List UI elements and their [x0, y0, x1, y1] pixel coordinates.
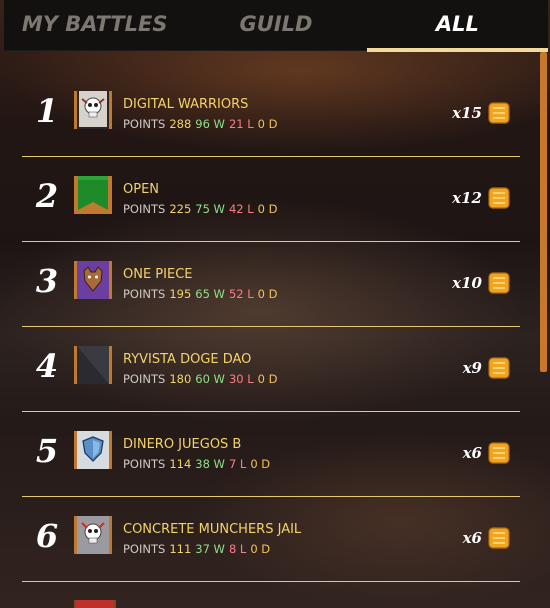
tab-bar: MY BATTLES GUILD ALL: [4, 0, 549, 52]
leaderboard-row[interactable]: 5 DINERO JUEGOS B POINTS 114 38 W7 L0 D x6: [22, 412, 520, 497]
losses-value: 8 L: [228, 542, 247, 556]
losses-value: 7 L: [228, 457, 247, 471]
rank-number: 1: [35, 92, 59, 130]
losses-value: 30 L: [228, 372, 254, 386]
guild-stats: POINTS 111 37 W8 L0 D: [123, 542, 270, 556]
wins-value: 96 W: [195, 117, 225, 131]
scrollbar[interactable]: [540, 52, 547, 372]
points-label: POINTS: [123, 287, 166, 301]
losses-value: 21 L: [228, 117, 254, 131]
dark-banner-icon: [74, 346, 112, 384]
wins-value: 38 W: [195, 457, 225, 471]
tab-my-battles[interactable]: MY BATTLES: [4, 0, 185, 50]
points-value: 195: [169, 287, 192, 301]
points-label: POINTS: [123, 542, 166, 556]
draws-value: 0 D: [250, 542, 271, 556]
wins-value: 75 W: [195, 202, 225, 216]
green-banner-icon: [74, 176, 112, 214]
points-value: 180: [169, 372, 192, 386]
guild-stats: POINTS 288 96 W 21 L0 D: [123, 117, 277, 131]
guild-name: DINERO JUEGOS B: [123, 437, 242, 452]
rank-number: 2: [35, 177, 59, 215]
leaderboard-row[interactable]: 1 DIGITAL WARRIORS POINTS 288 96 W 21 L0 D …: [22, 72, 520, 157]
wins-value: 65 W: [195, 287, 225, 301]
reward-multiplier: x6: [462, 444, 482, 462]
skull-crest-banner-icon: [74, 91, 112, 129]
draws-value: 0 D: [250, 457, 271, 471]
guild-name: OPEN: [123, 182, 160, 197]
points-value: 114: [169, 457, 192, 471]
reward-multiplier: x6: [462, 529, 482, 547]
reward-chest-icon: [488, 187, 510, 209]
reward-chest-icon: [488, 527, 510, 549]
points-label: POINTS: [123, 457, 166, 471]
points-label: POINTS: [123, 372, 166, 386]
reward-multiplier: x15: [452, 104, 482, 122]
points-label: POINTS: [123, 117, 166, 131]
guild-stats: POINTS 180 60 W 30 L0 D: [123, 372, 277, 386]
skull-crest-banner-icon: [74, 516, 112, 554]
reward-multiplier: x12: [452, 189, 482, 207]
leaderboard-list: 1 DIGITAL WARRIORS POINTS 288 96 W 21 L0 D …: [22, 72, 520, 582]
rank-number: 5: [35, 432, 59, 470]
guild-name: ONE PIECE: [123, 267, 193, 282]
leaderboard-row[interactable]: 2 OPEN POINTS 225 75 W 42 L0 D x12: [22, 157, 520, 242]
reward-chest-icon: [488, 102, 510, 124]
guild-stats: POINTS 114 38 W7 L0 D: [123, 457, 270, 471]
losses-value: 42 L: [228, 202, 254, 216]
points-value: 225: [169, 202, 192, 216]
guild-name: CONCRETE MUNCHERS JAIL: [123, 522, 302, 537]
guild-stats: POINTS 225 75 W 42 L0 D: [123, 202, 277, 216]
reward-chest-icon: [488, 272, 510, 294]
guild-stats: POINTS 195 65 W 52 L0 D: [123, 287, 277, 301]
reward-chest-icon: [488, 442, 510, 464]
partial-banner-icon: [74, 600, 116, 608]
points-label: POINTS: [123, 202, 166, 216]
guild-name: RYVISTA DOGE DAO: [123, 352, 252, 367]
losses-value: 52 L: [228, 287, 254, 301]
draws-value: 0 D: [257, 287, 278, 301]
leaderboard-row[interactable]: 4 RYVISTA DOGE DAO POINTS 180 60 W 30 L0 D …: [22, 327, 520, 412]
reward-multiplier: x9: [462, 359, 482, 377]
rank-number: 4: [35, 347, 59, 385]
reward-multiplier: x10: [452, 274, 482, 292]
tab-guild[interactable]: GUILD: [185, 0, 366, 50]
leaderboard-row[interactable]: 6 CONCRETE MUNCHERS JAIL POINTS 111 37 W8 …: [22, 497, 520, 582]
shield-crest-banner-icon: [74, 431, 112, 469]
draws-value: 0 D: [257, 372, 278, 386]
wins-value: 37 W: [195, 542, 225, 556]
tab-all[interactable]: ALL: [366, 0, 549, 52]
rank-number: 3: [35, 262, 59, 300]
wins-value: 60 W: [195, 372, 225, 386]
guild-name: DIGITAL WARRIORS: [123, 97, 249, 112]
wolf-crest-banner-icon: [74, 261, 112, 299]
reward-chest-icon: [488, 357, 510, 379]
draws-value: 0 D: [257, 117, 278, 131]
points-value: 111: [169, 542, 192, 556]
leaderboard-row[interactable]: 3 ONE PIECE POINTS 195 65 W 52 L0 D x10: [22, 242, 520, 327]
rank-number: 6: [35, 517, 59, 555]
draws-value: 0 D: [257, 202, 278, 216]
points-value: 288: [169, 117, 192, 131]
